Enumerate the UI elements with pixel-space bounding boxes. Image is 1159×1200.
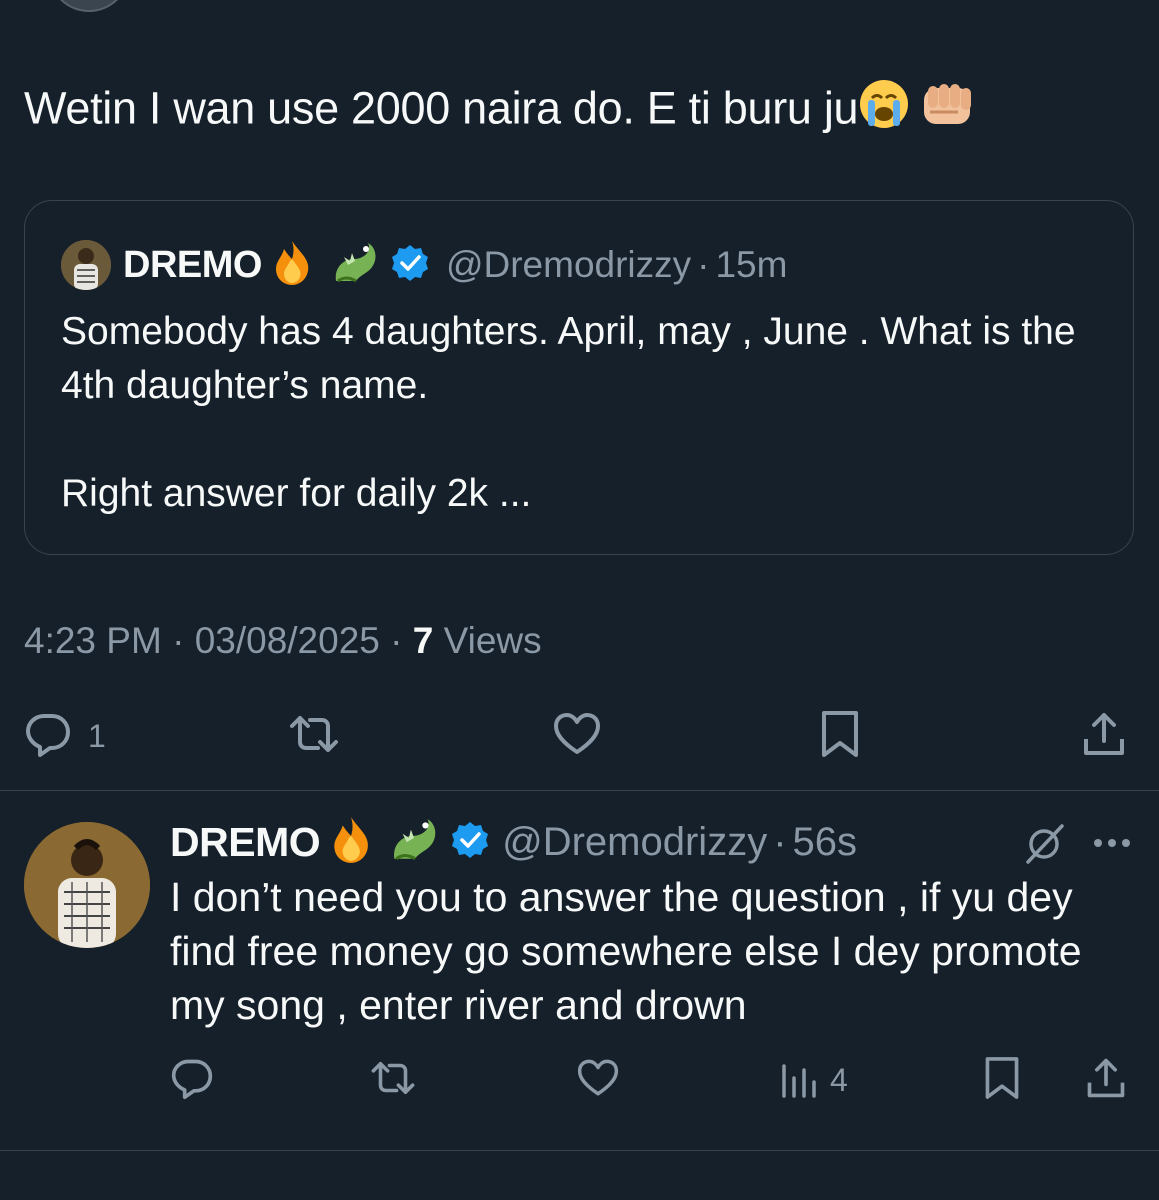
reply-icon	[24, 710, 72, 763]
quoted-author-handle[interactable]: @Dremodrizzy	[446, 244, 691, 286]
reply-author-avatar[interactable]	[24, 822, 150, 948]
quoted-author-avatar[interactable]	[61, 240, 111, 290]
verified-badge-icon	[390, 243, 430, 288]
views-label: Views	[443, 620, 542, 661]
bookmark-button[interactable]	[982, 1050, 1022, 1110]
views-count: 7	[412, 620, 434, 661]
fire-emoji	[270, 239, 314, 292]
quoted-tweet-time[interactable]: 15m	[715, 244, 787, 286]
like-icon	[576, 1057, 620, 1104]
bookmark-icon	[818, 709, 862, 764]
retweet-button[interactable]	[286, 700, 342, 772]
quoted-tweet-card[interactable]: DREMO @Dremodrizzy · 15m Somebody has 4 …	[24, 200, 1134, 555]
views-icon	[778, 1058, 818, 1103]
separator-dot: ·	[172, 620, 185, 661]
quoted-tweet-body: Somebody has 4 daughters. April, may , J…	[61, 305, 1111, 521]
tweet-meta: 4:23 PM · 03/08/2025 · 7 Views	[24, 620, 542, 662]
quoted-tweet-paragraph: Somebody has 4 daughters. April, may , J…	[61, 310, 1076, 407]
oncoming-fist-emoji	[920, 78, 976, 145]
views-count: 4	[830, 1061, 848, 1098]
retweet-button[interactable]	[368, 1050, 418, 1110]
dragon-emoji	[386, 813, 440, 872]
dragon-emoji	[328, 237, 380, 294]
reply-time[interactable]: 56s	[793, 820, 858, 865]
reply-author-handle[interactable]: @Dremodrizzy	[502, 820, 767, 865]
tweet-time[interactable]: 4:23 PM	[24, 620, 162, 661]
reply-button[interactable]: 1	[24, 700, 106, 772]
tweet-date[interactable]: 03/08/2025	[195, 620, 380, 661]
divider	[0, 790, 1159, 791]
tweet-text: Wetin I wan use 2000 naira do. E ti buru…	[24, 78, 976, 145]
like-button[interactable]	[576, 1050, 620, 1110]
fire-emoji	[328, 815, 374, 870]
share-button[interactable]	[1084, 1050, 1128, 1110]
like-button[interactable]	[552, 700, 602, 772]
bookmark-icon	[982, 1055, 1022, 1106]
separator-dot: ·	[697, 244, 710, 285]
like-icon	[552, 710, 602, 763]
more-options-icon[interactable]	[1090, 828, 1134, 863]
reply-actions: 4	[170, 1050, 1140, 1110]
reply-count: 1	[88, 717, 106, 754]
quoted-tweet-paragraph: Right answer for daily 2k ...	[61, 472, 532, 515]
thread-page: Wetin I wan use 2000 naira do. E ti buru…	[0, 0, 1159, 1200]
share-button[interactable]	[1080, 700, 1128, 772]
views-button[interactable]: 4	[778, 1050, 848, 1110]
grok-icon[interactable]	[1022, 822, 1066, 871]
share-icon	[1084, 1055, 1128, 1106]
retweet-icon	[368, 1056, 418, 1105]
verified-badge-icon	[450, 820, 490, 865]
separator-dot: ·	[390, 620, 403, 661]
previous-tweet-avatar[interactable]	[48, 0, 130, 12]
separator-dot: ·	[773, 819, 787, 864]
reply-button[interactable]	[170, 1050, 214, 1110]
retweet-icon	[286, 710, 342, 763]
reply-text: I don’t need you to answer the question …	[170, 874, 1082, 1028]
divider	[0, 1150, 1159, 1151]
reply-header: DREMO @Dremodrizzy · 56s	[170, 812, 857, 872]
bookmark-button[interactable]	[818, 700, 862, 772]
loudly-crying-face-emoji	[858, 78, 910, 145]
reply-author-name[interactable]: DREMO	[170, 819, 321, 866]
tweet-text-content: Wetin I wan use 2000 naira do. E ti buru…	[24, 82, 859, 134]
quoted-tweet-header: DREMO @Dremodrizzy · 15m	[61, 237, 787, 293]
reply-icon	[170, 1056, 214, 1105]
share-icon	[1080, 709, 1128, 764]
tweet-actions: 1	[24, 700, 1134, 772]
quoted-author-name[interactable]: DREMO	[123, 244, 262, 287]
